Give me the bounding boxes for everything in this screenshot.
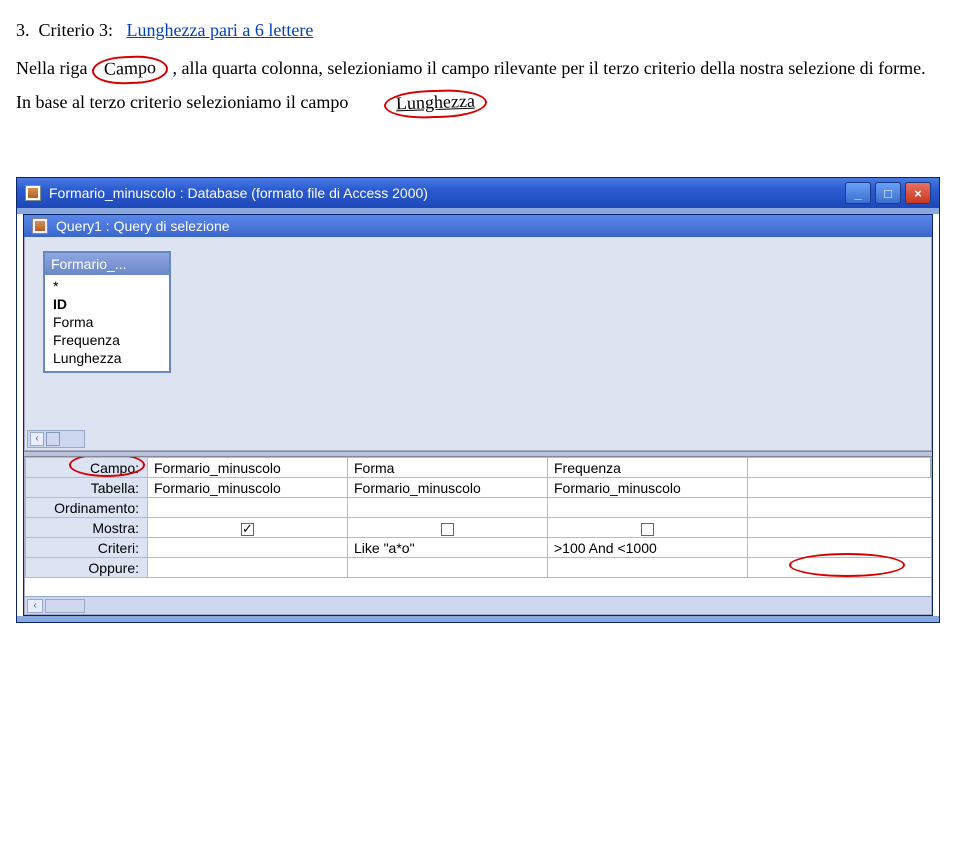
scrollbar-stub[interactable]: ‹ <box>27 430 85 448</box>
checkbox-icon[interactable] <box>241 523 254 536</box>
checkbox-icon[interactable] <box>441 523 454 536</box>
criteri-cell[interactable]: Like "a*o" <box>348 538 548 558</box>
tabella-cell[interactable]: Formario_minuscolo <box>148 478 348 498</box>
scroll-left-icon[interactable]: ‹ <box>27 599 43 613</box>
query-design-upper: Formario_... * ID Forma Frequenza Lunghe… <box>24 237 932 451</box>
oppure-cell[interactable] <box>548 558 748 578</box>
qbe-grid-wrap: Campo: Formario_minuscolo Forma Frequenz… <box>24 457 932 615</box>
database-icon <box>25 185 41 201</box>
field-list-header: Formario_... <box>45 253 169 275</box>
tabella-cell[interactable] <box>748 478 933 498</box>
criteri-cell[interactable] <box>148 538 348 558</box>
field-list-body: * ID Forma Frequenza Lunghezza <box>45 275 169 371</box>
lunghezza-word: Lunghezza <box>396 91 476 114</box>
maximize-button[interactable]: □ <box>875 182 901 204</box>
oppure-cell[interactable] <box>348 558 548 578</box>
mostra-cell[interactable] <box>148 518 348 538</box>
scroll-thumb[interactable] <box>45 599 85 613</box>
document-text: 3. Criterio 3: Lunghezza pari a 6 letter… <box>16 18 944 117</box>
tabella-cell[interactable]: Formario_minuscolo <box>348 478 548 498</box>
database-titlebar: Formario_minuscolo : Database (formato f… <box>17 178 939 208</box>
field-list-item[interactable]: Forma <box>47 313 167 331</box>
campo-cell-active[interactable]: ▾ Formario_minuscolo.* ID Forma Frequenz… <box>748 458 933 478</box>
campo-cell[interactable]: Forma <box>348 458 548 478</box>
campo-dropdown-list: Formario_minuscolo.* ID Forma Frequenza … <box>785 477 932 478</box>
ordinamento-cell[interactable] <box>548 498 748 518</box>
para2-a: In base al terzo criterio selezioniamo i… <box>16 92 348 112</box>
row-label-campo: Campo: <box>26 458 148 478</box>
circled-campo: Campo <box>92 55 169 85</box>
database-window: Formario_minuscolo : Database (formato f… <box>16 177 940 623</box>
field-list-item[interactable]: Lunghezza <box>47 349 167 367</box>
criteri-cell[interactable] <box>748 538 933 558</box>
query-icon <box>32 218 48 234</box>
row-label-tabella: Tabella: <box>26 478 148 498</box>
close-button[interactable]: × <box>905 182 931 204</box>
access-screenshot: Formario_minuscolo : Database (formato f… <box>16 177 940 623</box>
criterio-number: 3. Criterio 3: <box>16 20 113 40</box>
circled-lunghezza: Lunghezza <box>384 88 488 119</box>
criteri-cell[interactable]: >100 And <1000 <box>548 538 748 558</box>
scroll-left-icon[interactable]: ‹ <box>30 432 44 446</box>
query-title: Query1 : Query di selezione <box>56 218 230 234</box>
row-label-mostra: Mostra: <box>26 518 148 538</box>
ordinamento-cell[interactable] <box>748 498 933 518</box>
tabella-cell[interactable]: Formario_minuscolo <box>548 478 748 498</box>
mostra-cell[interactable] <box>548 518 748 538</box>
minimize-button[interactable]: _ <box>845 182 871 204</box>
oppure-cell[interactable] <box>148 558 348 578</box>
field-list[interactable]: Formario_... * ID Forma Frequenza Lunghe… <box>43 251 171 373</box>
criterio-title: Lunghezza pari a 6 lettere <box>127 20 314 40</box>
ordinamento-cell[interactable] <box>348 498 548 518</box>
field-list-item[interactable]: Frequenza <box>47 331 167 349</box>
para1-a: Nella riga <box>16 58 92 78</box>
query-titlebar: Query1 : Query di selezione <box>24 215 932 237</box>
dropdown-arrow-icon[interactable]: ▾ <box>930 458 932 477</box>
mostra-cell[interactable] <box>348 518 548 538</box>
campo-cell[interactable]: Frequenza <box>548 458 748 478</box>
database-title: Formario_minuscolo : Database (formato f… <box>49 185 428 201</box>
grid-scrollbar[interactable]: ‹ <box>25 596 931 614</box>
campo-word: Campo <box>104 57 157 79</box>
oppure-cell[interactable] <box>748 558 933 578</box>
checkbox-icon[interactable] <box>641 523 654 536</box>
query-window: Query1 : Query di selezione Formario_...… <box>23 214 933 616</box>
campo-cell[interactable]: Formario_minuscolo <box>148 458 348 478</box>
row-label-criteri: Criteri: <box>26 538 148 558</box>
row-label-ordinamento: Ordinamento: <box>26 498 148 518</box>
mostra-cell[interactable] <box>748 518 933 538</box>
qbe-grid: Campo: Formario_minuscolo Forma Frequenz… <box>25 457 932 578</box>
field-list-item[interactable]: ID <box>47 295 167 313</box>
ordinamento-cell[interactable] <box>148 498 348 518</box>
scroll-thumb[interactable] <box>46 432 60 446</box>
row-label-oppure: Oppure: <box>26 558 148 578</box>
para1-b: , alla quarta colonna, selezioniamo il c… <box>172 58 925 78</box>
field-list-item[interactable]: * <box>47 277 167 295</box>
